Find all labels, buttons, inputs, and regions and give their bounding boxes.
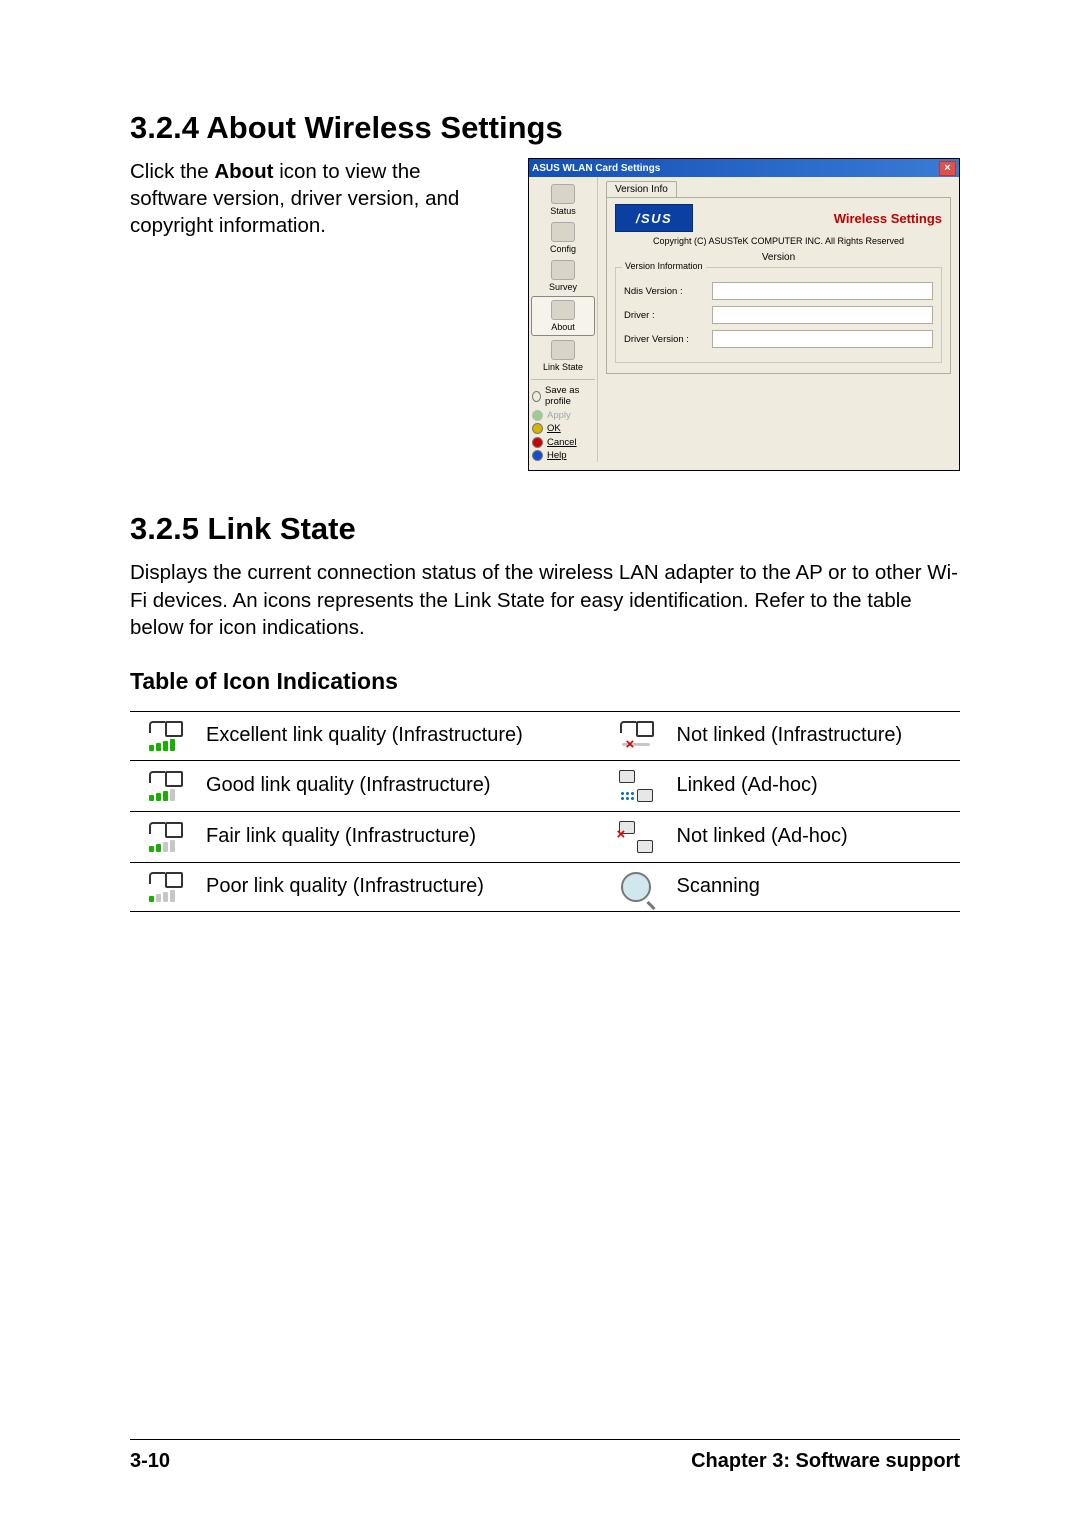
linkstate-paragraph: Displays the current connection status o… <box>130 559 960 641</box>
cancel-button[interactable]: Cancel <box>529 436 597 449</box>
icon-poor <box>130 862 200 911</box>
desc-poor: Poor link quality (Infrastructure) <box>200 862 601 911</box>
document-page: 3.2.4 About Wireless Settings Click the … <box>0 0 1080 1528</box>
save-as-profile-button[interactable]: Save as profile <box>529 384 597 409</box>
help-button[interactable]: Help <box>529 449 597 462</box>
sidebar-item-linkstate[interactable]: Link State <box>529 337 597 375</box>
btn-label: Help <box>547 450 567 461</box>
heading-icon-table: Table of Icon Indications <box>130 668 960 695</box>
sidebar-buttons: Save as profile Apply OK Cancel Help <box>529 384 597 462</box>
icon-not-linked-infra: × <box>601 711 671 760</box>
btn-label: OK <box>547 423 561 434</box>
version-box-title: Version Information <box>622 261 706 271</box>
sidebar-label: Link State <box>543 362 583 372</box>
icon-excellent <box>130 711 200 760</box>
table-row: Fair link quality (Infrastructure) × Not… <box>130 811 960 862</box>
sidebar-item-config[interactable]: Config <box>529 219 597 257</box>
desc-fair: Fair link quality (Infrastructure) <box>200 811 601 862</box>
intro-bold: About <box>214 160 273 183</box>
sidebar-label: Survey <box>549 282 577 292</box>
asus-logo: /SUS <box>615 204 693 232</box>
desc-good: Good link quality (Infrastructure) <box>200 760 601 811</box>
ndis-version-field <box>712 282 933 300</box>
btn-label: Cancel <box>547 437 577 448</box>
sidebar: Status Config Survey About Link State Sa… <box>529 177 598 462</box>
desc-excellent: Excellent link quality (Infrastructure) <box>200 711 601 760</box>
desc-not-linked-infra: Not linked (Infrastructure) <box>671 711 960 760</box>
sidebar-item-survey[interactable]: Survey <box>529 257 597 295</box>
version-info-box: Version Information Ndis Version : Drive… <box>615 267 942 363</box>
tab-version-info[interactable]: Version Info <box>606 181 677 197</box>
version-panel: /SUS Wireless Settings Copyright (C) ASU… <box>606 197 951 374</box>
btn-label: Apply <box>547 410 571 421</box>
close-icon[interactable]: × <box>939 161 956 176</box>
screenshot-window: ASUS WLAN Card Settings × Status Config … <box>528 158 960 471</box>
sidebar-label: About <box>551 322 575 332</box>
magnifier-icon <box>621 872 651 902</box>
driver-version-field <box>712 330 933 348</box>
page-footer: 3-10 Chapter 3: Software support <box>130 1439 960 1473</box>
sidebar-label: Status <box>550 206 576 216</box>
copyright-text: Copyright (C) ASUSTeK COMPUTER INC. All … <box>615 236 942 246</box>
driver-field <box>712 306 933 324</box>
table-row: Poor link quality (Infrastructure) Scann… <box>130 862 960 911</box>
heading-about: 3.2.4 About Wireless Settings <box>130 110 960 146</box>
icon-scanning <box>601 862 671 911</box>
icon-linked-adhoc <box>601 760 671 811</box>
btn-label: Save as profile <box>545 385 594 408</box>
icon-good <box>130 760 200 811</box>
main-panel: Version Info /SUS Wireless Settings Copy… <box>598 177 959 462</box>
window-title: ASUS WLAN Card Settings <box>532 163 660 174</box>
driver-version-label: Driver Version : <box>624 334 704 345</box>
icon-not-linked-adhoc: × <box>601 811 671 862</box>
about-row: Click the About icon to view the softwar… <box>130 158 960 471</box>
driver-label: Driver : <box>624 310 704 321</box>
window-titlebar: ASUS WLAN Card Settings × <box>529 159 959 177</box>
sidebar-item-status[interactable]: Status <box>529 181 597 219</box>
table-row: Excellent link quality (Infrastructure) … <box>130 711 960 760</box>
wireless-settings-title: Wireless Settings <box>834 211 942 226</box>
apply-button: Apply <box>529 409 597 422</box>
page-number: 3-10 <box>130 1450 170 1473</box>
sidebar-label: Config <box>550 244 576 254</box>
ndis-version-label: Ndis Version : <box>624 286 704 297</box>
desc-not-linked-adhoc: Not linked (Ad-hoc) <box>671 811 960 862</box>
desc-linked-adhoc: Linked (Ad-hoc) <box>671 760 960 811</box>
about-intro-paragraph: Click the About icon to view the softwar… <box>130 158 498 239</box>
icon-indications-table: Excellent link quality (Infrastructure) … <box>130 711 960 912</box>
icon-fair <box>130 811 200 862</box>
sidebar-item-about[interactable]: About <box>531 296 595 336</box>
heading-linkstate: 3.2.5 Link State <box>130 511 960 547</box>
intro-prefix: Click the <box>130 160 214 183</box>
ok-button[interactable]: OK <box>529 422 597 435</box>
table-row: Good link quality (Infrastructure) Linke… <box>130 760 960 811</box>
chapter-label: Chapter 3: Software support <box>691 1450 960 1473</box>
desc-scanning: Scanning <box>671 862 960 911</box>
